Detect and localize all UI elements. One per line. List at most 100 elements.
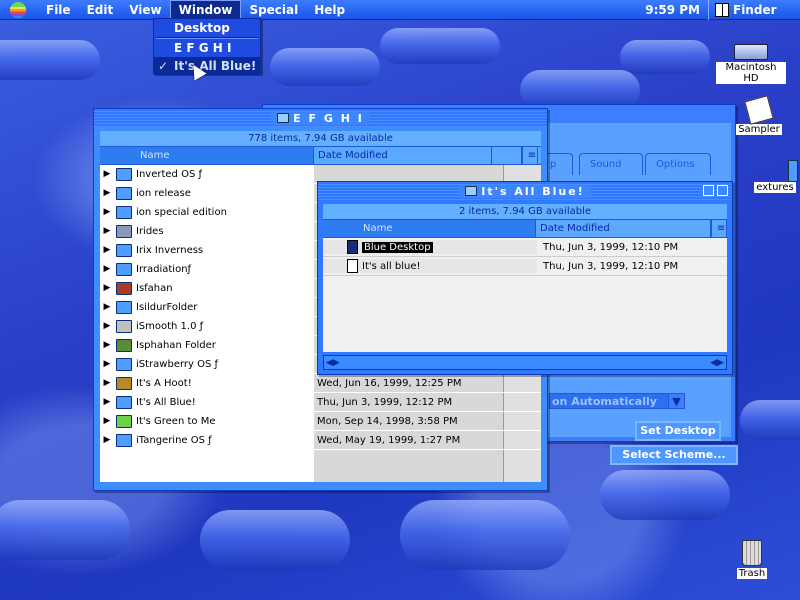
menu-special[interactable]: Special	[241, 0, 306, 20]
collapse-box-icon[interactable]	[717, 185, 728, 196]
disclosure-triangle-icon[interactable]: ▶	[100, 226, 114, 236]
menu-clock[interactable]: 9:59 PM	[645, 3, 700, 17]
folder-icon	[116, 262, 132, 276]
file-date: Wed, Jun 16, 1999, 12:25 PM	[317, 377, 462, 389]
icon-label: extures	[754, 182, 796, 193]
scroll-right-icon[interactable]: ◀▶	[710, 358, 724, 368]
folder-icon	[116, 167, 132, 181]
apple-menu-icon[interactable]	[10, 1, 26, 18]
disclosure-triangle-icon[interactable]: ▶	[100, 416, 114, 426]
file-name: ion special edition	[136, 206, 227, 218]
disclosure-triangle-icon[interactable]: ▶	[100, 283, 114, 293]
file-date: Thu, Jun 3, 1999, 12:12 PM	[317, 396, 453, 408]
horizontal-scrollbar[interactable]: ◀▶ ◀▶	[323, 355, 727, 370]
disclosure-triangle-icon[interactable]: ▶	[100, 188, 114, 198]
picture-file-icon	[347, 240, 358, 254]
list-item[interactable]: ▶ It's A Hoot! Wed, Jun 16, 1999, 12:25 PM	[100, 374, 541, 393]
file-name: It's Green to Me	[136, 415, 216, 427]
window-titlebar[interactable]: It's All Blue!	[318, 182, 732, 200]
disclosure-triangle-icon[interactable]: ▶	[100, 207, 114, 217]
folder-icon	[116, 300, 132, 314]
icon-label: Sampler	[736, 124, 782, 135]
disclosure-triangle-icon[interactable]: ▶	[100, 378, 114, 388]
scroll-left-icon[interactable]: ◀▶	[326, 358, 340, 368]
application-menu[interactable]: Finder	[708, 0, 800, 20]
set-desktop-button[interactable]: Set Desktop	[635, 421, 721, 441]
folder-icon	[116, 433, 132, 447]
file-date: Mon, Sep 14, 1998, 3:58 PM	[317, 415, 458, 427]
menu-item-efghi[interactable]: E F G H I	[154, 39, 260, 57]
menu-item-its-all-blue[interactable]: ✓ It's All Blue!	[154, 57, 260, 75]
window-title: E F G H I	[293, 111, 364, 125]
chevron-down-icon: ▼	[668, 394, 684, 408]
collapse-select-value: on Automatically	[552, 395, 657, 408]
sort-direction-button[interactable]: ≡	[711, 220, 727, 237]
disclosure-triangle-icon[interactable]: ▶	[100, 435, 114, 445]
folder-icon	[116, 205, 132, 219]
menu-window[interactable]: Window	[169, 0, 242, 20]
column-date[interactable]: Date Modified	[314, 147, 492, 164]
menu-edit[interactable]: Edit	[79, 0, 122, 20]
disclosure-triangle-icon[interactable]: ▶	[100, 359, 114, 369]
tab-options[interactable]: Options	[645, 153, 711, 175]
file-name: Irradiationƒ	[136, 263, 192, 275]
folder-icon	[465, 186, 478, 196]
icon-label: Trash	[736, 568, 768, 579]
document-icon	[347, 259, 358, 273]
column-name[interactable]: Name	[100, 147, 314, 164]
select-scheme-button[interactable]: Select Scheme...	[610, 445, 738, 465]
menu-item-desktop[interactable]: Desktop	[154, 19, 260, 37]
textures-icon[interactable]: extures	[752, 160, 798, 193]
zoom-box-icon[interactable]	[703, 185, 714, 196]
trash-can-icon	[742, 540, 762, 566]
file-name: ion release	[136, 187, 191, 199]
file-name: Irides	[136, 225, 164, 237]
column-header: Name Date Modified ≡	[100, 147, 541, 165]
file-name: iStrawberry OS ƒ	[136, 358, 219, 370]
trash-icon[interactable]: Trash	[732, 540, 772, 579]
column-name[interactable]: Name	[323, 220, 537, 237]
folder-icon	[116, 186, 132, 200]
file-name: It's All Blue!	[136, 396, 196, 408]
menu-file[interactable]: File	[38, 0, 79, 20]
folder-icon	[116, 357, 132, 371]
file-name: Isfahan	[136, 282, 173, 294]
list-item[interactable]: It's all blue! Thu, Jun 3, 1999, 12:10 P…	[323, 257, 727, 276]
menu-help[interactable]: Help	[306, 0, 353, 20]
window-status: 778 items, 7.94 GB available	[100, 131, 541, 147]
disclosure-triangle-icon[interactable]: ▶	[100, 340, 114, 350]
icon-label: Macintosh HD	[716, 62, 786, 84]
tab-sound[interactable]: Sound	[579, 153, 643, 175]
column-header: Name Date Modified ≡	[323, 220, 727, 238]
folder-icon	[116, 395, 132, 409]
disclosure-triangle-icon[interactable]: ▶	[100, 245, 114, 255]
window-status: 2 items, 7.94 GB available	[323, 204, 727, 220]
file-name: Inverted OS ƒ	[136, 168, 202, 180]
window-titlebar[interactable]: E F G H I	[94, 109, 547, 127]
column-date[interactable]: Date Modified	[536, 220, 712, 237]
menu-view[interactable]: View	[121, 0, 169, 20]
folder-icon	[277, 113, 290, 123]
macintosh-hd-icon[interactable]: Macintosh HD	[716, 44, 786, 84]
disclosure-triangle-icon[interactable]: ▶	[100, 264, 114, 274]
file-name: Irix Inverness	[136, 244, 204, 256]
collapse-select[interactable]: on Automatically ▼	[549, 393, 685, 409]
its-all-blue-window: It's All Blue! 2 items, 7.94 GB availabl…	[317, 181, 733, 375]
sort-direction-button[interactable]: ≡	[522, 147, 538, 164]
sampler-icon[interactable]: Sampler	[734, 95, 784, 135]
folder-icon	[116, 319, 132, 333]
disclosure-triangle-icon[interactable]: ▶	[100, 302, 114, 312]
disclosure-triangle-icon[interactable]: ▶	[100, 169, 114, 179]
disclosure-triangle-icon[interactable]: ▶	[100, 397, 114, 407]
file-name: Isphahan Folder	[136, 339, 216, 351]
file-name: iSmooth 1.0 ƒ	[136, 320, 204, 332]
disclosure-triangle-icon[interactable]: ▶	[100, 321, 114, 331]
hard-disk-icon	[734, 44, 768, 60]
window-title: It's All Blue!	[481, 184, 585, 198]
list-item[interactable]: ▶ iTangerine OS ƒ Wed, May 19, 1999, 1:27 …	[100, 431, 541, 450]
list-item[interactable]: ▶ It's Green to Me Mon, Sep 14, 1998, 3:58…	[100, 412, 541, 431]
folder-icon	[116, 338, 132, 352]
list-item[interactable]: Blue Desktop Thu, Jun 3, 1999, 12:10 PM	[323, 238, 727, 257]
list-item[interactable]: ▶ It's All Blue! Thu, Jun 3, 1999, 12:12 P…	[100, 393, 541, 412]
finder-icon	[715, 3, 729, 17]
